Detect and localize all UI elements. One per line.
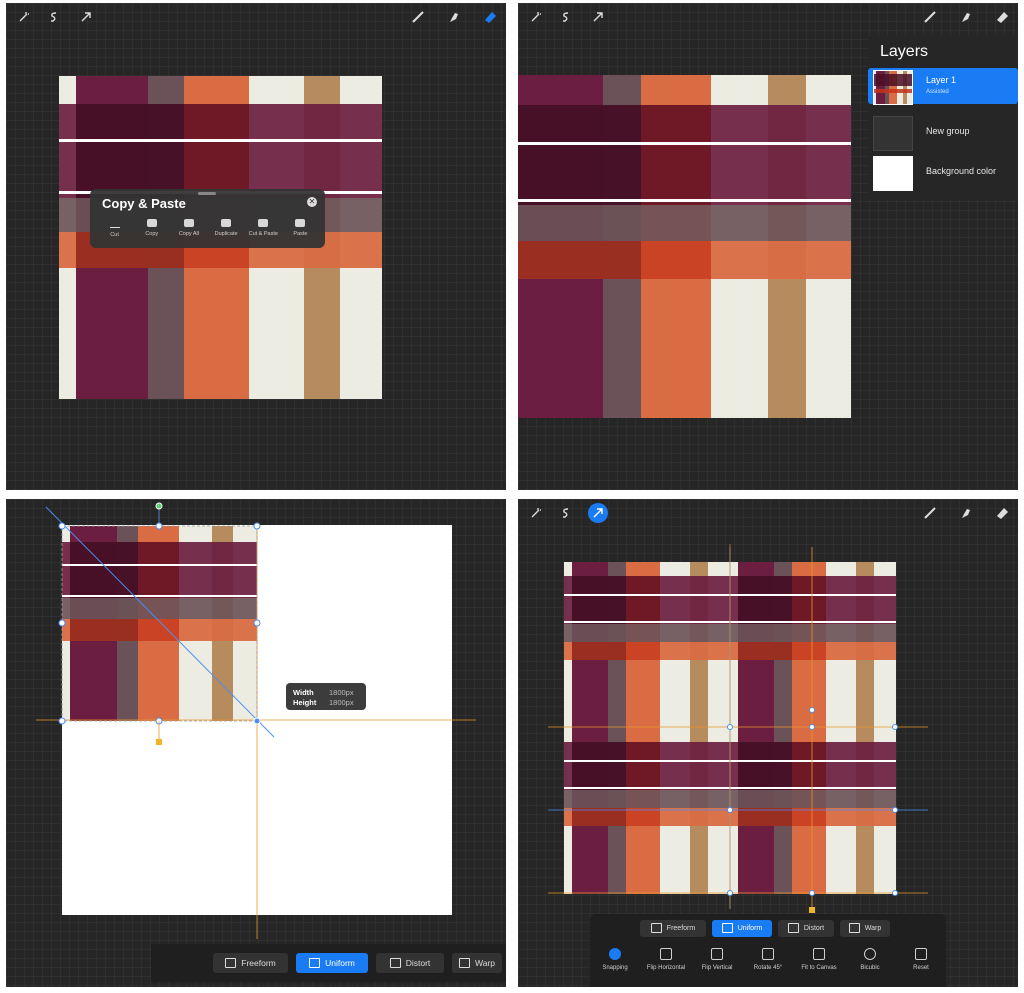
layer-row-background-color[interactable]: Background color: [868, 154, 1018, 191]
brush-icon[interactable]: [920, 7, 940, 27]
layer-name: New group: [926, 126, 970, 136]
layer-name: Background color: [926, 166, 997, 176]
layers-panel: Layers Layer 1 Assisted New group Backgr…: [868, 36, 1018, 201]
copy-paste-panel: Copy & Paste ✕ Cut Copy Copy All Duplica…: [6, 3, 506, 490]
snapping-button[interactable]: Snapping: [590, 948, 640, 971]
layer-subtitle: Assisted: [926, 89, 949, 95]
background-swatch: [873, 156, 913, 191]
paste-button[interactable]: Paste: [282, 219, 319, 243]
fit-to-canvas-button[interactable]: Fit to Canvas: [794, 948, 844, 971]
uniform-icon: [309, 958, 321, 968]
copy-all-button[interactable]: Copy All: [170, 219, 207, 243]
transform-panel-small: Width 1800px Height 1800px Freeform Unifor…: [6, 499, 506, 987]
layer-row-new-group[interactable]: New group: [868, 114, 1018, 151]
brush-icon[interactable]: [408, 7, 428, 27]
rotate-icon: [762, 948, 774, 960]
mode-distort[interactable]: Distort: [778, 919, 834, 937]
freeform-icon: [225, 958, 237, 968]
warp-icon: [459, 958, 470, 968]
copy-icon: [146, 219, 157, 227]
transform-mode-bar: Freeform Uniform Distort Warp: [640, 917, 890, 939]
brush-icon[interactable]: [920, 503, 940, 523]
bicubic-button[interactable]: Bicubic: [845, 948, 895, 971]
smudge-icon[interactable]: [956, 503, 976, 523]
snapping-icon: [609, 948, 621, 960]
height-value: 1800px: [329, 698, 354, 707]
duplicate-icon: [221, 219, 232, 227]
scissors-icon: [109, 219, 120, 228]
copy-button[interactable]: Copy: [133, 219, 170, 243]
duplicate-button[interactable]: Duplicate: [208, 219, 245, 243]
distort-icon: [389, 958, 401, 968]
smudge-icon[interactable]: [956, 7, 976, 27]
group-thumbnail: [873, 116, 913, 151]
copy-all-icon: [183, 219, 194, 227]
width-label: Width: [293, 688, 314, 697]
layers-title: Layers: [880, 43, 929, 60]
mode-distort[interactable]: Distort: [376, 953, 444, 973]
transform-arrow-icon[interactable]: [588, 503, 608, 523]
reset-icon: [915, 948, 927, 960]
flip-horizontal-button[interactable]: Flip Horizontal: [641, 948, 691, 971]
layer-name: Layer 1: [926, 75, 957, 85]
eraser-icon[interactable]: [992, 503, 1012, 523]
smudge-icon[interactable]: [444, 7, 464, 27]
eraser-icon[interactable]: [480, 7, 500, 27]
layer-thumbnail: [873, 70, 913, 105]
rotate-45-button[interactable]: Rotate 45°: [743, 948, 793, 971]
drag-handle[interactable]: [198, 192, 216, 195]
mode-freeform[interactable]: Freeform: [640, 919, 706, 937]
flip-horizontal-icon: [660, 948, 672, 960]
height-label: Height: [293, 698, 317, 707]
cut-paste-button[interactable]: Cut & Paste: [245, 219, 282, 243]
cut-paste-icon: [258, 219, 269, 227]
flip-vertical-icon: [711, 948, 723, 960]
width-value: 1800px: [329, 688, 354, 697]
selection-icon[interactable]: [44, 7, 64, 27]
mode-freeform[interactable]: Freeform: [213, 953, 288, 973]
adjustments-icon[interactable]: [526, 7, 546, 27]
plaid-selection[interactable]: [62, 526, 257, 721]
mode-uniform[interactable]: Uniform: [296, 953, 368, 973]
flip-vertical-button[interactable]: Flip Vertical: [692, 948, 742, 971]
eraser-icon[interactable]: [992, 7, 1012, 27]
plaid-canvas[interactable]: [518, 75, 851, 418]
copy-paste-menu: Copy & Paste ✕ Cut Copy Copy All Duplica…: [90, 189, 325, 248]
menu-title: Copy & Paste: [102, 196, 186, 211]
transform-mode-bar: Freeform Uniform Distort Warp: [151, 944, 506, 982]
cut-button[interactable]: Cut: [96, 219, 133, 243]
fit-to-canvas-icon: [813, 948, 825, 960]
mode-warp[interactable]: Warp: [840, 919, 890, 937]
close-icon[interactable]: ✕: [307, 197, 317, 207]
freeform-icon: [650, 923, 662, 933]
transform-arrow-icon[interactable]: [588, 7, 608, 27]
selection-icon[interactable]: [556, 7, 576, 27]
transform-panel-tiled: Freeform Uniform Distort Warp Snapping F…: [518, 499, 1018, 987]
transform-arrow-icon[interactable]: [76, 7, 96, 27]
mode-uniform[interactable]: Uniform: [712, 919, 772, 937]
warp-icon: [848, 923, 860, 933]
layers-panel-view: Layers Layer 1 Assisted New group Backgr…: [518, 3, 1018, 490]
tiled-plaid-canvas[interactable]: [564, 562, 896, 894]
transform-actions: Snapping Flip Horizontal Flip Vertical R…: [590, 948, 946, 971]
layer-row-layer-1[interactable]: Layer 1 Assisted: [868, 68, 1018, 105]
selection-icon[interactable]: [556, 503, 576, 523]
adjustments-icon[interactable]: [14, 7, 34, 27]
bicubic-icon: [864, 948, 876, 960]
distort-icon: [787, 923, 799, 933]
paste-icon: [295, 219, 306, 227]
mode-warp[interactable]: Warp: [452, 953, 502, 973]
adjustments-icon[interactable]: [526, 503, 546, 523]
uniform-icon: [721, 923, 733, 933]
size-tooltip: Width 1800px Height 1800px: [286, 683, 366, 710]
reset-button[interactable]: Reset: [896, 948, 946, 971]
